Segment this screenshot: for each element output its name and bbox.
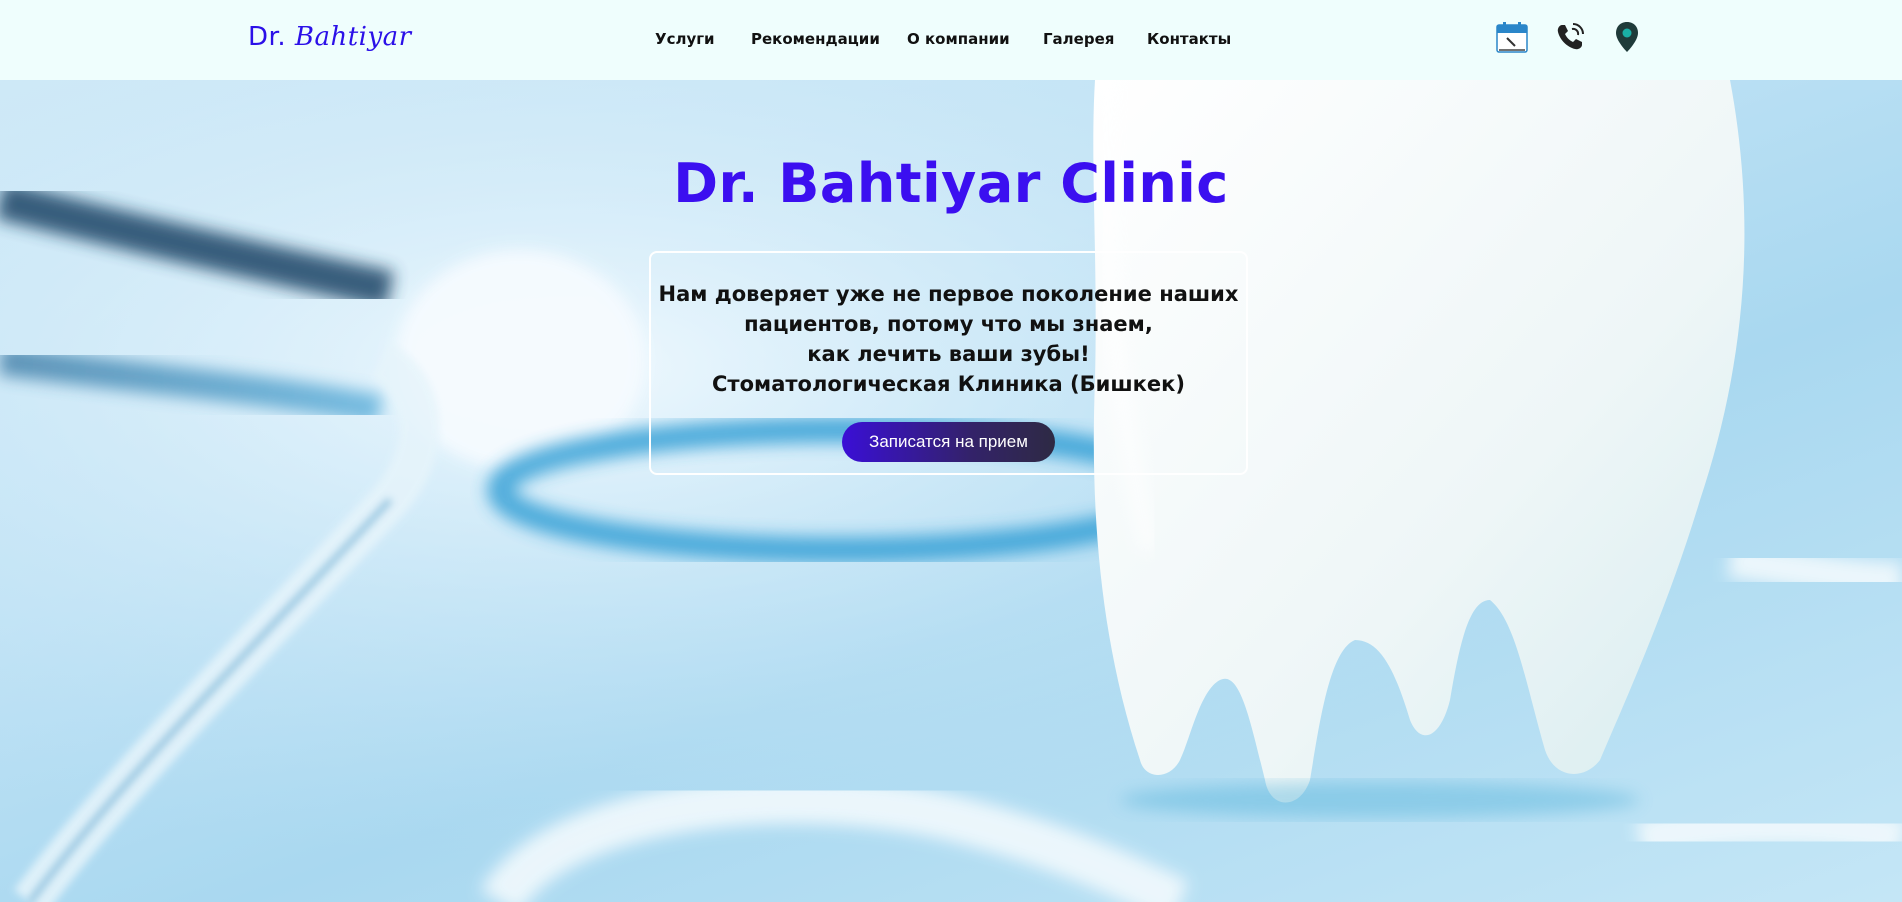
nav-services[interactable]: Услуги — [655, 30, 715, 48]
nav-contacts[interactable]: Контакты — [1147, 30, 1231, 48]
nav-about[interactable]: О компании — [907, 30, 1010, 48]
hero-card: Нам доверяет уже не первое поколение наш… — [649, 251, 1248, 475]
hero-tagline-line: как лечить ваши зубы! — [807, 342, 1090, 366]
hero-tagline: Нам доверяет уже не первое поколение наш… — [651, 279, 1246, 399]
nav-recommendations[interactable]: Рекомендации — [751, 30, 880, 48]
hero-section: Dr. Bahtiyar Clinic Нам доверяет уже не … — [0, 80, 1902, 902]
hero-tagline-line: Нам доверяет уже не первое поколение наш… — [658, 282, 1239, 306]
hero-title: Dr. Bahtiyar Clinic — [673, 152, 1229, 215]
hero-tagline-line: пациентов, потому что мы знаем, — [744, 312, 1153, 336]
book-appointment-button[interactable]: Записатся на прием — [842, 422, 1055, 462]
location-pin-icon[interactable] — [1610, 20, 1644, 54]
nav-gallery[interactable]: Галерея — [1043, 30, 1114, 48]
phone-icon[interactable] — [1553, 20, 1587, 54]
top-navbar: Dr. Bahtiyar Услуги Рекомендации О компа… — [0, 0, 1902, 80]
hero-tagline-line: Стоматологическая Клиника (Бишкек) — [712, 372, 1185, 396]
calendar-icon[interactable] — [1495, 20, 1529, 54]
